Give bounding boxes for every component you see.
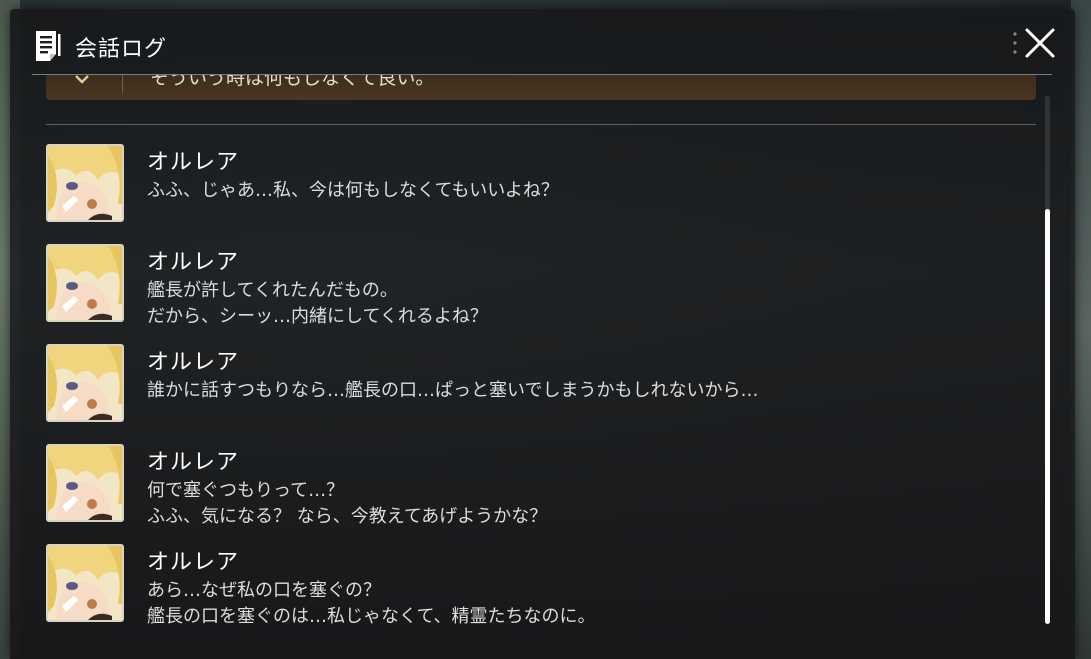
dialogue-line: 艦長の口を塞ぐのは…私じゃなくて、精霊たちなのに。 <box>147 606 596 627</box>
log-entry: オルレア 艦長が許してくれたんだもの。 だから、シーッ…内緒にしてくれるよね？ <box>46 244 1036 327</box>
speaker-avatar <box>46 444 124 522</box>
speaker-name: オルレア <box>147 550 240 575</box>
character-portrait-image <box>48 246 122 320</box>
speaker-avatar <box>46 144 124 222</box>
character-portrait-image <box>48 546 122 620</box>
chevron-down-icon <box>72 75 92 89</box>
dialogue-line: 何で塞ぐつもりって…？ <box>147 480 345 501</box>
log-entry: オルレア 誰かに話すつもりなら…艦長の口…ぱっと塞いでしまうかもしれないから… <box>46 344 1036 426</box>
speaker-avatar <box>46 544 124 622</box>
panel-header: 会話ログ <box>10 9 1075 75</box>
character-portrait-image <box>48 346 122 420</box>
log-list[interactable]: オルレア ふふ、じゃあ…私、今は何もしなくてもいいよね？ オルレア 艦長が許して <box>46 144 1036 644</box>
dialogue-line: ふふ、じゃあ…私、今は何もしなくてもいいよね？ <box>147 180 559 201</box>
dialogue-line: ふふ、気になる？ なら、今教えてあげようかな？ <box>147 506 548 527</box>
speaker-name: オルレア <box>147 250 240 275</box>
log-document-icon <box>34 30 62 62</box>
dialogue-line: だから、シーッ…内緒にしてくれるよね？ <box>147 306 488 327</box>
selected-choice-bar: そういう時は何もしなくて良い。 <box>46 75 1036 100</box>
character-portrait-image <box>48 446 122 520</box>
log-entry: オルレア 何で塞ぐつもりって…？ ふふ、気になる？ なら、今教えてあげようかな？ <box>46 444 1036 527</box>
log-entry: オルレア あら…なぜ私の口を塞ぐの？ 艦長の口を塞ぐのは…私じゃなくて、精霊たち… <box>46 544 1036 627</box>
speaker-name: オルレア <box>147 450 240 475</box>
dialogue-line: あら…なぜ私の口を塞ぐの？ <box>147 580 381 601</box>
close-button[interactable] <box>1023 26 1057 60</box>
speaker-name: オルレア <box>147 350 240 375</box>
list-divider <box>46 124 1036 125</box>
choice-text: そういう時は何もしなくて良い。 <box>150 75 435 89</box>
choice-separator <box>122 75 123 93</box>
vertical-dots-icon[interactable] <box>1013 31 1017 55</box>
dialogue-line: 誰かに話すつもりなら…艦長の口…ぱっと塞いでしまうかもしれないから… <box>147 380 759 401</box>
dialogue-line: 艦長が許してくれたんだもの。 <box>147 280 398 301</box>
character-portrait-image <box>48 146 122 220</box>
speaker-avatar <box>46 244 124 322</box>
panel-title: 会話ログ <box>75 37 168 62</box>
speaker-avatar <box>46 344 124 422</box>
conversation-log-panel: 会話ログ そういう時は何もしなくて良い。 オルレア ふふ、じゃあ…私、今は何もし… <box>10 9 1075 659</box>
log-entry: オルレア ふふ、じゃあ…私、今は何もしなくてもいいよね？ <box>46 144 1036 226</box>
scrollbar-thumb[interactable] <box>1045 209 1050 624</box>
close-icon <box>1025 28 1055 58</box>
speaker-name: オルレア <box>147 150 240 175</box>
